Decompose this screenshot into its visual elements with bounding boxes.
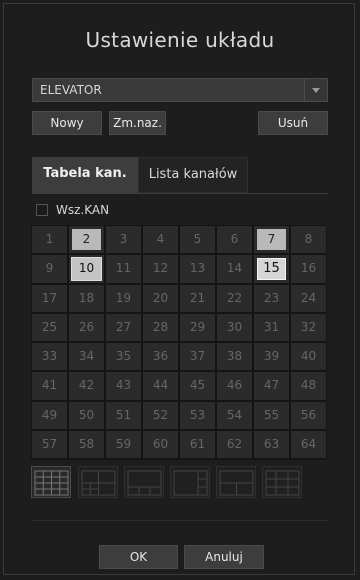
channel-cell[interactable]: 40 xyxy=(290,342,327,372)
channel-cell[interactable]: 13 xyxy=(179,254,216,284)
channel-cell[interactable]: 29 xyxy=(179,312,216,342)
channel-cell[interactable]: 7 xyxy=(253,225,290,255)
new-layout-button[interactable]: Nowy xyxy=(32,111,102,135)
all-channels-checkbox[interactable] xyxy=(36,204,48,216)
tab-channel-table[interactable]: Tabela kan. xyxy=(32,157,138,193)
channel-cell[interactable]: 52 xyxy=(142,400,179,430)
footer-divider xyxy=(32,520,328,521)
all-channels-label: Wsz.KAN xyxy=(56,203,110,217)
channel-cell[interactable]: 31 xyxy=(253,312,290,342)
tab-channel-list[interactable]: Lista kanałów xyxy=(138,157,248,193)
channel-cell[interactable]: 39 xyxy=(253,342,290,372)
channel-cell[interactable]: 53 xyxy=(179,400,216,430)
channel-cell[interactable]: 54 xyxy=(216,400,253,430)
channel-cell[interactable]: 57 xyxy=(31,429,68,459)
channel-cell[interactable]: 33 xyxy=(31,342,68,372)
channel-cell[interactable]: 58 xyxy=(68,429,105,459)
channel-selected-chip: 2 xyxy=(72,229,101,251)
channel-cell[interactable]: 56 xyxy=(290,400,327,430)
channel-cell[interactable]: 59 xyxy=(105,429,142,459)
channel-cell[interactable]: 18 xyxy=(68,283,105,313)
channel-cell[interactable]: 12 xyxy=(142,254,179,284)
channel-cell[interactable]: 11 xyxy=(105,254,142,284)
channel-cell[interactable]: 36 xyxy=(142,342,179,372)
channel-cell[interactable]: 30 xyxy=(216,312,253,342)
channel-cell[interactable]: 10 xyxy=(68,254,105,284)
channel-cell[interactable]: 27 xyxy=(105,312,142,342)
channel-selected-chip: 15 xyxy=(257,258,286,280)
channel-cell[interactable]: 1 xyxy=(31,225,68,255)
channel-selected-chip: 10 xyxy=(71,257,102,281)
channel-cell[interactable]: 20 xyxy=(142,283,179,313)
channel-cell[interactable]: 43 xyxy=(105,371,142,401)
channel-cell[interactable]: 60 xyxy=(142,429,179,459)
grid-split-d-icon[interactable] xyxy=(216,466,256,498)
channel-cell[interactable]: 16 xyxy=(290,254,327,284)
channel-cell[interactable]: 25 xyxy=(31,312,68,342)
channel-cell[interactable]: 22 xyxy=(216,283,253,313)
channel-cell[interactable]: 46 xyxy=(216,371,253,401)
delete-layout-button[interactable]: Usuń xyxy=(258,111,328,135)
chevron-down-icon xyxy=(312,88,320,93)
channel-selected-chip: 7 xyxy=(257,229,286,251)
channel-cell[interactable]: 6 xyxy=(216,225,253,255)
grid-16-icon[interactable] xyxy=(31,466,71,498)
channel-grid: 1 2 3 4 5 6 7 8 9 10 11 12 13 14 15 16 17 18 19 20 21 22 23 24 2… xyxy=(31,225,327,460)
channel-cell[interactable]: 23 xyxy=(253,283,290,313)
channel-cell[interactable]: 38 xyxy=(216,342,253,372)
layout-select-value: ELEVATOR xyxy=(40,83,102,97)
channel-cell[interactable]: 8 xyxy=(290,225,327,255)
channel-cell[interactable]: 47 xyxy=(253,371,290,401)
channel-cell[interactable]: 3 xyxy=(105,225,142,255)
channel-cell[interactable]: 63 xyxy=(253,429,290,459)
grid-split-e-icon[interactable] xyxy=(262,466,302,498)
tabs-divider xyxy=(32,193,328,194)
channel-cell[interactable]: 4 xyxy=(142,225,179,255)
grid-split-b-icon[interactable] xyxy=(124,466,164,498)
grid-split-a-icon[interactable] xyxy=(78,466,118,498)
channel-cell[interactable]: 37 xyxy=(179,342,216,372)
channel-cell[interactable]: 51 xyxy=(105,400,142,430)
channel-cell[interactable]: 64 xyxy=(290,429,327,459)
channel-cell[interactable]: 24 xyxy=(290,283,327,313)
channel-cell[interactable]: 50 xyxy=(68,400,105,430)
channel-cell[interactable]: 62 xyxy=(216,429,253,459)
channel-cell[interactable]: 55 xyxy=(253,400,290,430)
channel-cell[interactable]: 19 xyxy=(105,283,142,313)
grid-split-c-icon[interactable] xyxy=(170,466,210,498)
channel-cell[interactable]: 42 xyxy=(68,371,105,401)
channel-cell[interactable]: 26 xyxy=(68,312,105,342)
rename-layout-button[interactable]: Zm.naz. xyxy=(109,111,166,135)
channel-cell[interactable]: 15 xyxy=(253,254,290,284)
dropdown-arrow[interactable] xyxy=(304,79,327,101)
cancel-button[interactable]: Anuluj xyxy=(184,545,264,569)
layout-select[interactable]: ELEVATOR xyxy=(32,78,328,102)
channel-cell[interactable]: 44 xyxy=(142,371,179,401)
channel-cell[interactable]: 28 xyxy=(142,312,179,342)
channel-cell[interactable]: 2 xyxy=(68,225,105,255)
channel-cell[interactable]: 41 xyxy=(31,371,68,401)
channel-cell[interactable]: 48 xyxy=(290,371,327,401)
channel-cell[interactable]: 17 xyxy=(31,283,68,313)
channel-cell[interactable]: 32 xyxy=(290,312,327,342)
channel-cell[interactable]: 14 xyxy=(216,254,253,284)
channel-cell[interactable]: 49 xyxy=(31,400,68,430)
ok-button[interactable]: OK xyxy=(99,545,178,569)
channel-cell[interactable]: 61 xyxy=(179,429,216,459)
channel-cell[interactable]: 34 xyxy=(68,342,105,372)
channel-cell[interactable]: 9 xyxy=(31,254,68,284)
channel-cell[interactable]: 21 xyxy=(179,283,216,313)
channel-cell[interactable]: 35 xyxy=(105,342,142,372)
channel-cell[interactable]: 5 xyxy=(179,225,216,255)
dialog-title: Ustawienie układu xyxy=(85,28,275,52)
channel-cell[interactable]: 45 xyxy=(179,371,216,401)
